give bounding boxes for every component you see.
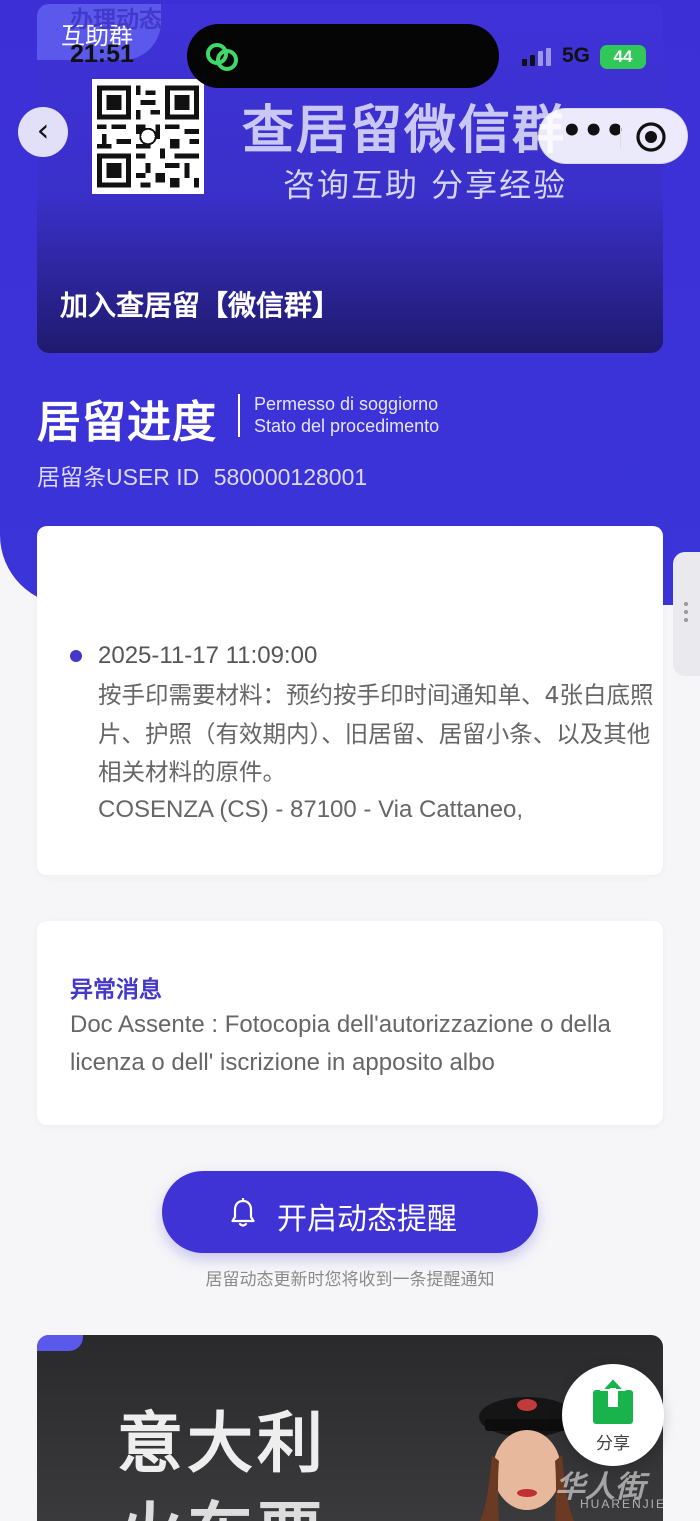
user-id-value: 580000128001 bbox=[213, 464, 368, 490]
back-button[interactable]: ‹ bbox=[18, 107, 68, 157]
banner-title: 查居留微信群 bbox=[242, 101, 567, 161]
event-text: 按手印需要材料：预约按手印时间通知单、4张白底照片、护照（有效期内）、旧居留、居… bbox=[98, 681, 654, 786]
qr-code-icon bbox=[92, 79, 204, 194]
user-id-row: 居留条USER ID 580000128001 bbox=[37, 458, 367, 492]
share-label: 分享 bbox=[596, 1434, 630, 1454]
signal-icon bbox=[522, 48, 551, 66]
link-rings-icon bbox=[206, 43, 238, 71]
error-heading: 异常消息 bbox=[70, 977, 162, 1003]
bell-icon bbox=[231, 1198, 255, 1227]
side-drawer-handle[interactable] bbox=[673, 552, 700, 676]
user-id-label: 居留条USER ID bbox=[37, 464, 200, 490]
capsule-divider bbox=[620, 125, 621, 149]
share-button[interactable]: 分享 bbox=[562, 1364, 664, 1466]
target-close-icon[interactable] bbox=[635, 121, 667, 153]
miniprogram-capsule: ••• bbox=[538, 108, 688, 164]
ad-title-line1: 意大利 bbox=[117, 1405, 327, 1482]
ad-corner-tag bbox=[37, 1335, 83, 1351]
battery-icon: 44 bbox=[600, 45, 646, 69]
timeline-dot-icon bbox=[70, 650, 82, 662]
page-title: 居留进度 bbox=[37, 397, 217, 448]
reminder-label: 开启动态提醒 bbox=[277, 1202, 457, 1237]
chevron-left-icon: ‹ bbox=[36, 111, 50, 149]
progress-heading: 办理动态 bbox=[70, 7, 162, 33]
more-dots-icon[interactable]: ••• bbox=[561, 109, 626, 163]
enable-reminder-button[interactable]: 开启动态提醒 bbox=[162, 1171, 538, 1253]
dynamic-island bbox=[187, 24, 499, 88]
error-text: Doc Assente : Fotocopia dell'autorizzazi… bbox=[70, 1011, 611, 1076]
title-subtitle-line2: Stato del procedimento bbox=[254, 416, 440, 436]
join-group-link[interactable]: 加入查居留【微信群】 bbox=[60, 284, 340, 324]
title-subtitle-line1: Permesso di soggiorno bbox=[254, 394, 439, 414]
share-upload-icon bbox=[593, 1376, 633, 1424]
reminder-hint: 居留动态更新时您将收到一条提醒通知 bbox=[205, 1270, 495, 1290]
banner-subtitle: 咨询互助 分享经验 bbox=[283, 166, 568, 204]
network-label: 5G bbox=[562, 44, 591, 67]
title-divider bbox=[238, 394, 240, 437]
status-time: 21:51 bbox=[70, 40, 134, 68]
event-address: COSENZA (CS) - 87100 - Via Cattaneo, bbox=[98, 796, 524, 823]
watermark-sub: HUARENJIE bbox=[580, 1497, 667, 1511]
ad-title-line2: 火车票 bbox=[117, 1480, 327, 1521]
event-time: 2025-11-17 11:09:00 bbox=[98, 642, 318, 669]
